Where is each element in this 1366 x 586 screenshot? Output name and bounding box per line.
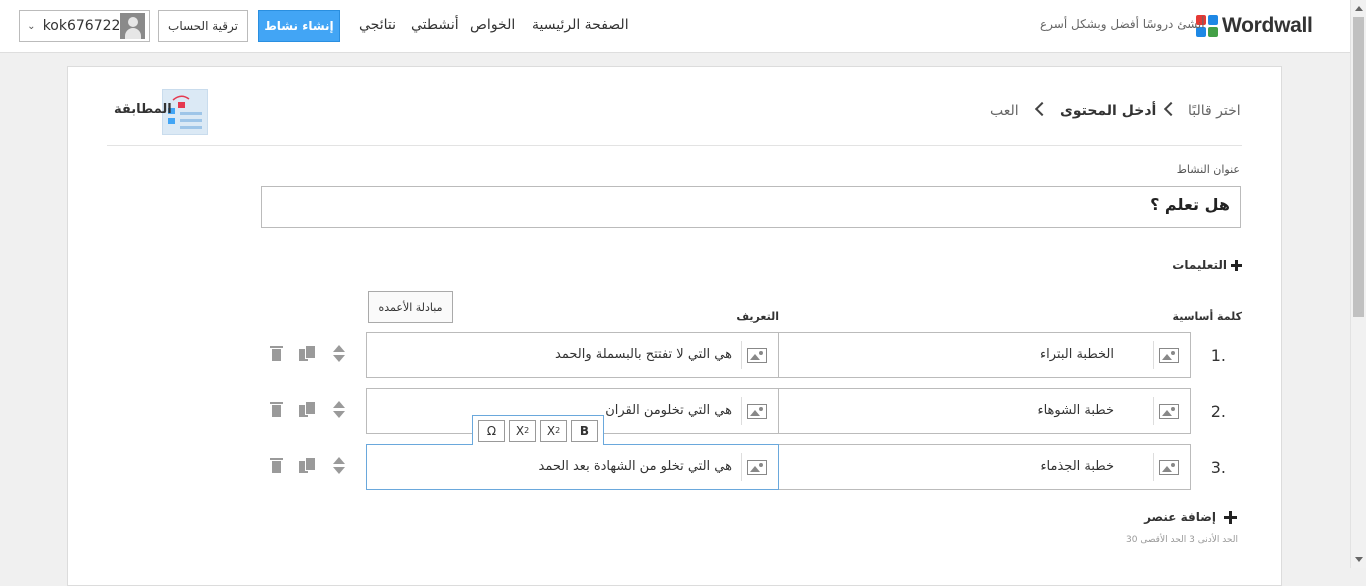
add-image-button[interactable] [741, 397, 771, 425]
add-item-button[interactable]: إضافة عنصر [1140, 510, 1237, 524]
trash-icon[interactable] [270, 402, 283, 417]
breadcrumb-enter-content: أدخل المحتوى [1060, 103, 1157, 119]
column-header-keyword: كلمة أساسية [1172, 310, 1242, 323]
instructions-label: التعليمات [1172, 258, 1227, 272]
chevron-down-icon: ⌄ [27, 20, 36, 32]
tagline: أنشئ دروسًا أفضل وبشكل أسرع [1040, 17, 1205, 31]
upgrade-account-button[interactable]: ترقية الحساب [158, 10, 248, 42]
definition-text: هي التي تخلومن القران [605, 403, 732, 418]
duplicate-icon[interactable] [299, 345, 315, 362]
breadcrumb-choose-template[interactable]: اختر قالبًا [1188, 103, 1241, 119]
reorder-icon[interactable] [333, 401, 345, 418]
add-image-button[interactable] [1153, 341, 1183, 369]
nav-features[interactable]: الخواص [470, 17, 515, 33]
keyword-input[interactable]: الخطبة البتراء [778, 332, 1191, 378]
editor-card [67, 66, 1282, 586]
nav-home[interactable]: الصفحة الرئيسية [532, 17, 629, 33]
plus-icon [1224, 510, 1237, 524]
definition-input[interactable]: هي التي لا تفتتح بالبسملة والحمد [366, 332, 779, 378]
scroll-down-icon[interactable] [1355, 557, 1363, 562]
row-actions [270, 345, 345, 362]
breadcrumb-play: العب [990, 103, 1019, 119]
keyword-text: خطبة الشوهاء [1037, 403, 1114, 418]
add-item-label: إضافة عنصر [1144, 510, 1216, 524]
template-name: المطابقة [114, 102, 172, 117]
scroll-thumb[interactable] [1353, 17, 1364, 317]
add-image-button[interactable] [741, 453, 771, 481]
subscript-button[interactable]: X2 [509, 419, 536, 442]
instructions-toggle[interactable]: التعليمات [1150, 258, 1242, 272]
swap-columns-button[interactable]: مبادلة الأعمده [368, 291, 453, 323]
reorder-icon[interactable] [333, 457, 345, 474]
format-toolbar: Ω X2 X2 B [472, 415, 604, 445]
wordwall-logo[interactable]: Wordwall [1196, 14, 1313, 38]
duplicate-icon[interactable] [299, 457, 315, 474]
activity-title-label: عنوان النشاط [1176, 163, 1240, 176]
top-navbar: Wordwall أنشئ دروسًا أفضل وبشكل أسرع الص… [0, 0, 1350, 53]
logo-text: Wordwall [1222, 14, 1313, 37]
plus-icon [1231, 259, 1242, 271]
image-icon [746, 403, 767, 419]
nav-my-results[interactable]: نتائجي [359, 17, 396, 33]
keyword-text: خطبة الجذماء [1040, 459, 1114, 474]
bold-button[interactable]: B [571, 419, 598, 442]
row-number: 2. [1210, 402, 1226, 421]
add-image-button[interactable] [1153, 397, 1183, 425]
row-actions [270, 401, 345, 418]
avatar [120, 13, 145, 39]
image-icon [1158, 459, 1179, 475]
definition-text: هي التي تخلو من الشهادة بعد الحمد [538, 459, 732, 474]
row-number: 3. [1210, 458, 1226, 477]
add-image-button[interactable] [1153, 453, 1183, 481]
username: kok676722 [42, 18, 121, 34]
activity-title-input[interactable]: هل تعلم ؟ [261, 186, 1241, 228]
definition-text: هي التي لا تفتتح بالبسملة والحمد [555, 347, 732, 362]
keyword-input[interactable]: خطبة الشوهاء [778, 388, 1191, 434]
trash-icon[interactable] [270, 346, 283, 361]
definition-input-focused[interactable]: هي التي تخلو من الشهادة بعد الحمد [366, 444, 779, 490]
image-icon [1158, 403, 1179, 419]
row-number: 1. [1210, 346, 1226, 365]
keyword-input[interactable]: خطبة الجذماء [778, 444, 1191, 490]
user-menu[interactable]: ⌄ kok676722 [19, 10, 150, 42]
page-scrollbar[interactable] [1350, 0, 1366, 568]
special-char-button[interactable]: Ω [478, 419, 505, 442]
item-limits: الحد الأدنى 3 الحد الأقصى 30 [1126, 535, 1238, 545]
image-icon [746, 459, 767, 475]
create-activity-button[interactable]: إنشاء نشاط [258, 10, 340, 42]
image-icon [746, 347, 767, 363]
superscript-button[interactable]: X2 [540, 419, 567, 442]
keyword-text: الخطبة البتراء [1040, 347, 1114, 362]
add-image-button[interactable] [741, 341, 771, 369]
nav-my-activities[interactable]: أنشطتي [411, 17, 459, 33]
header-divider [107, 145, 1242, 146]
reorder-icon[interactable] [333, 345, 345, 362]
column-header-definition: التعريف [736, 310, 779, 323]
duplicate-icon[interactable] [299, 401, 315, 418]
image-icon [1158, 347, 1179, 363]
trash-icon[interactable] [270, 458, 283, 473]
scroll-up-icon[interactable] [1355, 6, 1363, 11]
row-actions [270, 457, 345, 474]
